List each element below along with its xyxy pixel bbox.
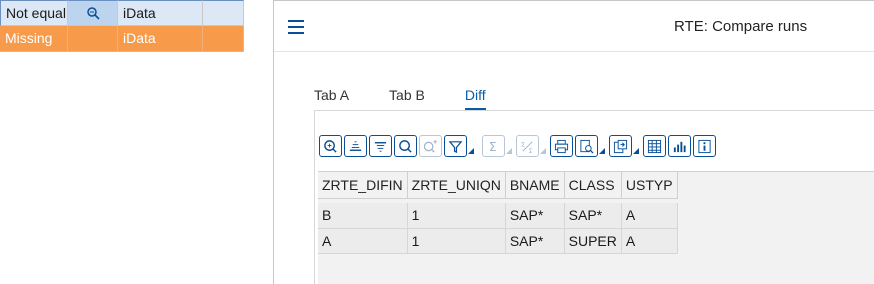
diff-grid: ZRTE_DIFIN ZRTE_UNIQN BNAME CLASS USTYP …: [318, 171, 874, 284]
alv-toolbar: Σ ΣΣ: [319, 135, 718, 157]
filter-dropdown-icon[interactable]: [468, 148, 474, 154]
views-dropdown-icon[interactable]: [599, 148, 605, 154]
table-cell[interactable]: B: [318, 203, 408, 229]
diff-panel: Σ ΣΣ ZRTE_DIFIN ZRTE_UNIQN BNAME CLASS U…: [314, 111, 874, 284]
tab-diff[interactable]: Diff: [464, 87, 486, 111]
legend-status: Not equal: [0, 0, 68, 26]
column-header[interactable]: CLASS: [564, 172, 622, 199]
sum-icon[interactable]: Σ: [482, 135, 505, 157]
print-icon[interactable]: [550, 135, 573, 157]
table-cell[interactable]: A: [621, 203, 678, 229]
legend-empty-cell: [203, 0, 244, 26]
layout-icon[interactable]: [643, 135, 666, 157]
export-icon[interactable]: [609, 135, 632, 157]
zoom-icon[interactable]: [68, 0, 118, 26]
table-cell[interactable]: 1: [407, 203, 506, 229]
info-icon[interactable]: [693, 135, 716, 157]
table-cell[interactable]: A: [621, 228, 678, 254]
menu-icon[interactable]: [288, 20, 304, 34]
legend-status: Missing: [0, 26, 68, 52]
svg-text:Σ: Σ: [489, 140, 497, 154]
sort-ascending-icon[interactable]: [344, 135, 367, 157]
table-cell[interactable]: A: [318, 228, 408, 254]
column-header[interactable]: ZRTE_DIFIN: [318, 172, 408, 199]
column-header[interactable]: USTYP: [621, 172, 678, 199]
find-next-icon[interactable]: [419, 135, 442, 157]
subtotal-dropdown-icon[interactable]: [540, 148, 546, 154]
column-header[interactable]: ZRTE_UNIQN: [407, 172, 506, 199]
tab-strip: Tab A Tab B Diff: [314, 87, 526, 111]
title-bar: RTE: Compare runs: [274, 1, 874, 52]
window-title: RTE: Compare runs: [674, 18, 808, 35]
subtotal-icon[interactable]: ΣΣ: [516, 135, 539, 157]
legend-system: iData: [118, 26, 203, 52]
svg-text:Σ: Σ: [521, 140, 525, 148]
legend-empty-cell: [203, 26, 244, 52]
sum-dropdown-icon[interactable]: [506, 148, 512, 154]
tab-a[interactable]: Tab A: [314, 87, 349, 111]
sort-descending-icon[interactable]: [369, 135, 392, 157]
legend-table: Not equal iData Missing iData: [0, 0, 244, 52]
table-header-row: ZRTE_DIFIN ZRTE_UNIQN BNAME CLASS USTYP: [318, 172, 678, 199]
find-icon[interactable]: [394, 135, 417, 157]
diff-table: ZRTE_DIFIN ZRTE_UNIQN BNAME CLASS USTYP …: [318, 172, 678, 254]
table-cell[interactable]: SAP*: [505, 203, 565, 229]
legend-system: iData: [118, 0, 203, 26]
table-cell[interactable]: SUPER: [564, 228, 622, 254]
details-icon[interactable]: [319, 135, 342, 157]
table-cell[interactable]: SAP*: [564, 203, 622, 229]
table-row[interactable]: A 1 SAP* SUPER A: [318, 228, 678, 254]
column-header[interactable]: BNAME: [505, 172, 565, 199]
views-icon[interactable]: [575, 135, 598, 157]
graphic-icon[interactable]: [668, 135, 691, 157]
legend-row-missing[interactable]: Missing iData: [0, 26, 244, 52]
legend-row-not-equal[interactable]: Not equal iData: [0, 0, 244, 26]
table-cell[interactable]: SAP*: [505, 228, 565, 254]
svg-text:Σ: Σ: [528, 147, 532, 154]
table-cell[interactable]: 1: [407, 228, 506, 254]
compare-runs-window: RTE: Compare runs Tab A Tab B Diff Σ Σ Σ…: [273, 0, 874, 284]
filter-icon[interactable]: [444, 135, 467, 157]
tab-b[interactable]: Tab B: [389, 87, 425, 111]
legend-empty-cell: [68, 26, 118, 52]
export-dropdown-icon[interactable]: [633, 148, 639, 154]
table-row[interactable]: B 1 SAP* SAP* A: [318, 203, 678, 229]
